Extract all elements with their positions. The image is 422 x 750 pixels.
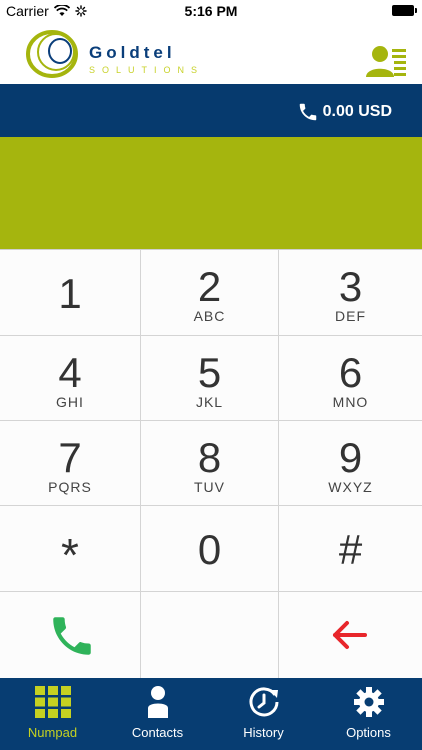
tab-label: Numpad [27, 725, 78, 740]
tab-options[interactable]: Options [316, 678, 421, 750]
status-time: 5:16 PM [184, 3, 238, 19]
call-button[interactable] [0, 592, 141, 679]
balance-bar: 0.00 USD [0, 84, 422, 137]
logo-swirl-icon [26, 30, 78, 78]
key-digit: 0 [197, 526, 222, 573]
key-8[interactable]: 8 TUV [141, 421, 279, 506]
key-digit: 9 [338, 434, 363, 481]
tab-label: Contacts [131, 725, 184, 740]
key-digit: # [338, 526, 363, 573]
key-9[interactable]: 9 WXYZ [279, 421, 422, 506]
key-letters: TUV [194, 479, 225, 495]
key-digit: 6 [338, 349, 363, 396]
key-letters: GHI [56, 394, 84, 410]
back-arrow-icon [333, 621, 367, 649]
battery-icon [392, 5, 417, 16]
tab-history[interactable]: History [211, 678, 316, 750]
key-letters: MNO [332, 394, 369, 410]
key-letters: ABC [193, 308, 226, 324]
key-letters: JKL [195, 394, 224, 410]
key-letters: WXYZ [328, 479, 373, 495]
keypad: 1 2 ABC 3 DEF 4 GHI 5 JKL 6 MNO 7 PQRS 8… [0, 249, 422, 679]
balance-amount: 0.00 USD [322, 103, 392, 120]
key-digit: 8 [197, 434, 222, 481]
balance-display: 0.00 USD [297, 101, 392, 123]
gear-icon [354, 687, 384, 717]
key-1[interactable]: 1 [0, 250, 141, 336]
key-7[interactable]: 7 PQRS [0, 421, 141, 506]
contact-card-icon [366, 46, 406, 77]
key-hash[interactable]: # [279, 506, 422, 592]
key-digit: 1 [58, 270, 82, 317]
dial-display[interactable] [0, 137, 422, 249]
key-2[interactable]: 2 ABC [141, 250, 279, 336]
call-icon [53, 617, 91, 655]
key-digit: 3 [338, 263, 363, 310]
logo-wordmark: Goldtel [89, 43, 176, 62]
clock-history-icon [249, 687, 279, 717]
status-right [392, 5, 417, 16]
status-bar: Carrier 5:16 PM [0, 0, 422, 22]
key-3[interactable]: 3 DEF [279, 250, 422, 336]
key-letters: PQRS [48, 479, 92, 495]
tab-label: Options [346, 725, 391, 740]
key-digit: 7 [58, 434, 82, 481]
key-digit: 5 [197, 349, 222, 396]
tab-numpad[interactable]: Numpad [0, 678, 105, 750]
backspace-button[interactable] [279, 592, 422, 679]
phone-icon [299, 103, 316, 121]
tab-bar: Numpad Contacts History Options [0, 678, 422, 750]
key-4[interactable]: 4 GHI [0, 336, 141, 421]
goldtel-logo: Goldtel SOLUTIONS [24, 27, 224, 81]
app-header: Goldtel SOLUTIONS [0, 22, 422, 84]
tab-label: History [243, 725, 284, 740]
logo-subtitle: SOLUTIONS [89, 65, 205, 75]
person-icon [148, 686, 168, 718]
tab-contacts[interactable]: Contacts [105, 678, 210, 750]
key-5[interactable]: 5 JKL [141, 336, 279, 421]
empty-key [141, 592, 279, 679]
key-star[interactable]: * [0, 506, 141, 592]
key-digit: 2 [197, 263, 222, 310]
contact-card-button[interactable] [366, 44, 410, 80]
key-letters: DEF [335, 308, 366, 324]
key-6[interactable]: 6 MNO [279, 336, 422, 421]
key-digit: * [61, 529, 79, 581]
key-0[interactable]: 0 [141, 506, 279, 592]
grid-icon [35, 686, 71, 718]
key-digit: 4 [58, 349, 82, 396]
